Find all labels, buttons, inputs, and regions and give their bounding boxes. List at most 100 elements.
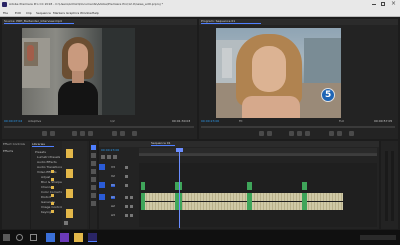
type-tool-icon[interactable]: [91, 201, 96, 206]
bin-item[interactable]: Lumetri Presets: [37, 156, 60, 159]
bin-item[interactable]: Image Control: [41, 206, 62, 209]
solo-icon[interactable]: [130, 205, 133, 208]
premiere-taskbar-icon[interactable]: [88, 233, 97, 242]
work-area-bar[interactable]: [139, 154, 377, 156]
bin-item[interactable]: Keying: [41, 211, 51, 214]
bin-item[interactable]: Adjust: [41, 176, 50, 179]
menu-window[interactable]: Window: [80, 12, 92, 15]
menu-file[interactable]: File: [3, 12, 8, 15]
add-marker-icon[interactable]: [113, 155, 117, 159]
menu-clip[interactable]: Clip: [26, 12, 32, 15]
menu-help[interactable]: Help: [92, 12, 99, 15]
bin-item[interactable]: Blur & Sharpen: [41, 181, 64, 184]
step-forward-icon[interactable]: [88, 131, 93, 136]
menu-markers[interactable]: Markers: [53, 12, 65, 15]
overwrite-icon[interactable]: [120, 131, 125, 136]
extract-icon[interactable]: [337, 131, 342, 136]
tab-sequence-01[interactable]: Sequence 01: [151, 142, 175, 146]
tab-source[interactable]: Source: PRH_Bartender_Interview.mp4: [4, 20, 74, 24]
source-timecode[interactable]: 00:00:07:04: [4, 120, 22, 123]
mute-icon[interactable]: [125, 214, 128, 217]
tab-program[interactable]: Program: Sequence 01: [201, 20, 261, 24]
task-view-icon[interactable]: [30, 234, 37, 241]
tab-effect-controls[interactable]: Effect Controls: [3, 143, 29, 146]
media-thumb[interactable]: [66, 169, 73, 178]
program-scrub-bar[interactable]: [201, 126, 395, 128]
eye-icon[interactable]: [125, 166, 128, 169]
razor-tool-icon[interactable]: [91, 169, 96, 174]
source-scrub-bar[interactable]: [4, 126, 194, 128]
video-clip[interactable]: [302, 182, 307, 190]
program-zoom-select[interactable]: Full: [339, 120, 344, 123]
insert-icon[interactable]: [112, 131, 117, 136]
bin-item[interactable]: Distort: [41, 196, 51, 199]
source-patch-a1[interactable]: [99, 194, 105, 200]
video-clip[interactable]: [141, 182, 145, 190]
source-zoom-select[interactable]: 1/2: [110, 120, 115, 123]
search-icon[interactable]: [16, 234, 23, 241]
bin-item[interactable]: Presets: [35, 151, 46, 154]
program-play-icon[interactable]: [297, 131, 302, 136]
solo-icon[interactable]: [130, 214, 133, 217]
minimize-icon[interactable]: [372, 4, 376, 5]
mark-in-icon[interactable]: [42, 131, 47, 136]
source-patch-v[interactable]: [99, 164, 105, 170]
mark-out-icon[interactable]: [50, 131, 55, 136]
program-mark-out-icon[interactable]: [267, 131, 272, 136]
bin-item[interactable]: Audio Transitions: [37, 166, 63, 169]
program-video-frame[interactable]: 5: [216, 28, 341, 118]
menu-edit[interactable]: Edit: [15, 12, 21, 15]
bin-item[interactable]: Audio Effects: [37, 161, 57, 164]
solo-icon[interactable]: [130, 196, 133, 199]
snap-icon[interactable]: [101, 155, 105, 159]
media-thumb[interactable]: [66, 189, 73, 198]
timeline-tracks-area[interactable]: [139, 163, 377, 227]
eye-icon[interactable]: [125, 184, 128, 187]
play-icon[interactable]: [80, 131, 85, 136]
maximize-icon[interactable]: [381, 2, 385, 6]
pen-tool-icon[interactable]: [91, 185, 96, 190]
taskbar-app-icon[interactable]: [46, 233, 55, 242]
program-export-frame-icon[interactable]: [349, 131, 354, 136]
taskbar-app-icon[interactable]: [74, 233, 83, 242]
selection-tool-icon[interactable]: [91, 145, 96, 150]
mute-icon[interactable]: [125, 205, 128, 208]
playhead-handle[interactable]: [176, 148, 183, 152]
program-fit-select[interactable]: Fit: [239, 120, 243, 123]
video-clip[interactable]: [247, 182, 252, 190]
source-patch-v1[interactable]: [99, 182, 105, 188]
new-item-icon[interactable]: [64, 221, 68, 225]
timeline-timecode[interactable]: 00:00:23:00: [101, 149, 119, 152]
clip-marker: [302, 193, 307, 210]
lift-icon[interactable]: [329, 131, 334, 136]
source-fit-select[interactable]: Adaptive: [28, 120, 41, 123]
eye-icon[interactable]: [125, 175, 128, 178]
tab-libraries[interactable]: Libraries: [32, 143, 54, 147]
slip-tool-icon[interactable]: [91, 177, 96, 182]
program-mark-in-icon[interactable]: [259, 131, 264, 136]
mute-icon[interactable]: [125, 196, 128, 199]
program-step-back-icon[interactable]: [289, 131, 294, 136]
start-button[interactable]: [3, 234, 10, 241]
menu-graphics[interactable]: Graphics: [66, 12, 79, 15]
source-video-frame[interactable]: [22, 28, 135, 115]
folder-icon: [51, 170, 54, 173]
close-icon[interactable]: ×: [391, 1, 397, 7]
track-select-tool-icon[interactable]: [91, 153, 96, 158]
source-person: [58, 37, 98, 115]
audio-clip-a2[interactable]: [141, 202, 343, 210]
media-thumb[interactable]: [66, 149, 73, 158]
media-thumb[interactable]: [66, 209, 73, 218]
menu-sequence[interactable]: Sequence: [36, 12, 51, 15]
audio-clip-a1[interactable]: [141, 193, 343, 201]
taskbar-app-icon[interactable]: [60, 233, 69, 242]
playhead[interactable]: [179, 148, 180, 228]
export-frame-icon[interactable]: [132, 131, 137, 136]
program-person: [232, 34, 312, 118]
ripple-edit-tool-icon[interactable]: [91, 161, 96, 166]
linked-selection-icon[interactable]: [107, 155, 111, 159]
hand-tool-icon[interactable]: [91, 193, 96, 198]
step-back-icon[interactable]: [72, 131, 77, 136]
program-step-forward-icon[interactable]: [305, 131, 310, 136]
program-timecode[interactable]: 00:00:23:00: [201, 120, 219, 123]
